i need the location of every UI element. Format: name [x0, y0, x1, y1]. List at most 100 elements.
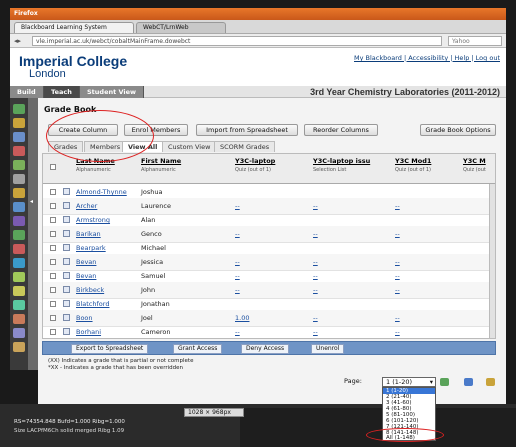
import-spreadsheet-button[interactable]: Import from Spreadsheet — [196, 124, 298, 136]
deny-access-button[interactable]: Deny Access — [241, 344, 290, 354]
grade-cell[interactable]: -- — [313, 272, 318, 280]
grade-cell[interactable]: -- — [395, 328, 400, 336]
collapse-panel-handle[interactable]: ◂ — [28, 98, 38, 370]
tab-student-view[interactable]: Student View — [80, 86, 145, 98]
edit-icon[interactable] — [63, 216, 70, 223]
row-checkbox[interactable] — [50, 189, 56, 195]
row-checkbox[interactable] — [50, 273, 56, 279]
grade-cell[interactable]: -- — [395, 202, 400, 210]
roster-icon[interactable] — [13, 216, 25, 226]
page-select[interactable]: 1 (1-20) ▾ — [382, 377, 436, 387]
column-y3c-mod1[interactable]: Y3C Mod1 — [395, 157, 431, 165]
mail-icon[interactable] — [13, 132, 25, 142]
refresh-icon[interactable] — [464, 378, 473, 386]
row-checkbox[interactable] — [50, 301, 56, 307]
help-icon[interactable] — [13, 328, 25, 338]
edit-icon[interactable] — [63, 314, 70, 321]
edit-icon[interactable] — [63, 202, 70, 209]
header-links[interactable]: My Blackboard | Accessibility | Help | L… — [354, 54, 500, 62]
grade-cell[interactable]: -- — [313, 258, 318, 266]
column-y3c-m[interactable]: Y3C M — [463, 157, 486, 165]
tools-icon[interactable] — [13, 272, 25, 282]
grade-cell[interactable]: -- — [235, 202, 240, 210]
grade-cell[interactable]: -- — [235, 328, 240, 336]
gradebook-options-button[interactable]: Grade Book Options — [420, 124, 496, 136]
assessment-icon[interactable] — [13, 188, 25, 198]
go-icon[interactable] — [440, 378, 449, 386]
grade-cell[interactable]: -- — [395, 230, 400, 238]
last-name-link[interactable]: Bevan — [76, 258, 96, 266]
grade-cell[interactable]: -- — [395, 286, 400, 294]
unenrol-button[interactable]: Unenrol — [311, 344, 345, 354]
vertical-scrollbar[interactable] — [489, 184, 495, 338]
grade-cell[interactable]: -- — [395, 258, 400, 266]
last-name-link[interactable]: Bevan — [76, 272, 96, 280]
grade-cell[interactable]: -- — [313, 328, 318, 336]
row-checkbox[interactable] — [50, 203, 56, 209]
column-y3c-laptop[interactable]: Y3C-laptop — [235, 157, 275, 165]
edit-icon[interactable] — [63, 286, 70, 293]
column-y3c-laptop-issue[interactable]: Y3C-laptop issu — [313, 157, 370, 165]
reorder-columns-button[interactable]: Reorder Columns — [304, 124, 378, 136]
grade-cell[interactable]: -- — [313, 314, 318, 322]
column-first-name[interactable]: First Name — [141, 157, 181, 165]
row-checkbox[interactable] — [50, 217, 56, 223]
chat-icon[interactable] — [13, 174, 25, 184]
row-checkbox[interactable] — [50, 245, 56, 251]
edit-icon[interactable] — [63, 300, 70, 307]
grade-cell[interactable]: -- — [395, 272, 400, 280]
select-all-checkbox[interactable] — [50, 164, 56, 170]
row-checkbox[interactable] — [50, 231, 56, 237]
edit-icon[interactable] — [63, 188, 70, 195]
search-icon[interactable] — [13, 314, 25, 324]
grade-cell[interactable]: -- — [235, 258, 240, 266]
row-checkbox[interactable] — [50, 315, 56, 321]
print-icon[interactable] — [486, 378, 495, 386]
grade-cell[interactable]: -- — [235, 230, 240, 238]
edit-icon[interactable] — [63, 230, 70, 237]
edit-icon[interactable] — [63, 258, 70, 265]
gradebook-icon[interactable] — [13, 202, 25, 212]
grade-cell[interactable]: -- — [313, 286, 318, 294]
row-checkbox[interactable] — [50, 259, 56, 265]
back-forward-icon[interactable]: ◂▸ — [14, 37, 28, 45]
tab-scorm-grades[interactable]: SCORM Grades — [214, 141, 276, 152]
last-name-link[interactable]: Blatchford — [76, 300, 109, 308]
home-icon[interactable] — [13, 104, 25, 114]
who-is-online-icon[interactable] — [13, 300, 25, 310]
edit-icon[interactable] — [63, 244, 70, 251]
last-name-link[interactable]: Bearpark — [76, 244, 106, 252]
last-name-link[interactable]: Borhani — [76, 328, 101, 336]
discussion-icon[interactable] — [13, 160, 25, 170]
browser-tab-blackboard[interactable]: Blackboard Learning System — [14, 22, 134, 33]
row-checkbox[interactable] — [50, 287, 56, 293]
export-spreadsheet-button[interactable]: Export to Spreadsheet — [71, 344, 149, 354]
grant-access-button[interactable]: Grant Access — [173, 344, 223, 354]
last-name-link[interactable]: Archer — [76, 202, 97, 210]
tab-custom-view[interactable]: Custom View — [162, 141, 217, 152]
grade-cell[interactable]: -- — [313, 202, 318, 210]
last-name-link[interactable]: Barikan — [76, 230, 101, 238]
notes-icon[interactable] — [13, 286, 25, 296]
search-input[interactable]: Yahoo — [448, 36, 502, 46]
tab-build[interactable]: Build — [10, 86, 44, 98]
grade-cell[interactable]: -- — [235, 272, 240, 280]
url-input[interactable]: vle.imperial.ac.uk/webct/cobaltMainFrame… — [32, 36, 442, 46]
last-name-link[interactable]: Armstrong — [76, 216, 110, 224]
edit-icon[interactable] — [63, 328, 70, 335]
tab-teach[interactable]: Teach — [44, 86, 80, 98]
settings-icon[interactable] — [13, 258, 25, 268]
report-icon[interactable] — [13, 244, 25, 254]
calendar-icon[interactable] — [13, 146, 25, 156]
tracking-icon[interactable] — [13, 230, 25, 240]
edit-icon[interactable] — [63, 272, 70, 279]
browser-tab-webct[interactable]: WebCT/LrnWeb — [136, 22, 226, 33]
grade-cell[interactable]: -- — [235, 286, 240, 294]
row-checkbox[interactable] — [50, 329, 56, 335]
last-name-link[interactable]: Birkbeck — [76, 286, 104, 294]
last-name-link[interactable]: Almond-Thynne — [76, 188, 127, 196]
grade-cell[interactable]: -- — [313, 230, 318, 238]
folder-icon[interactable] — [13, 118, 25, 128]
grade-cell[interactable]: -- — [395, 314, 400, 322]
bookmark-icon[interactable] — [13, 342, 25, 352]
